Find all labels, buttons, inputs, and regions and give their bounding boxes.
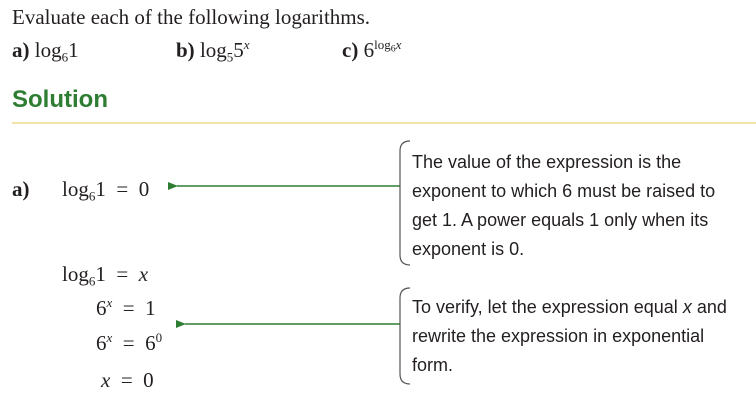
annotation-graphics: [168, 140, 411, 385]
note-1-bracket: [399, 140, 411, 266]
note-2-bracket: [399, 287, 411, 385]
